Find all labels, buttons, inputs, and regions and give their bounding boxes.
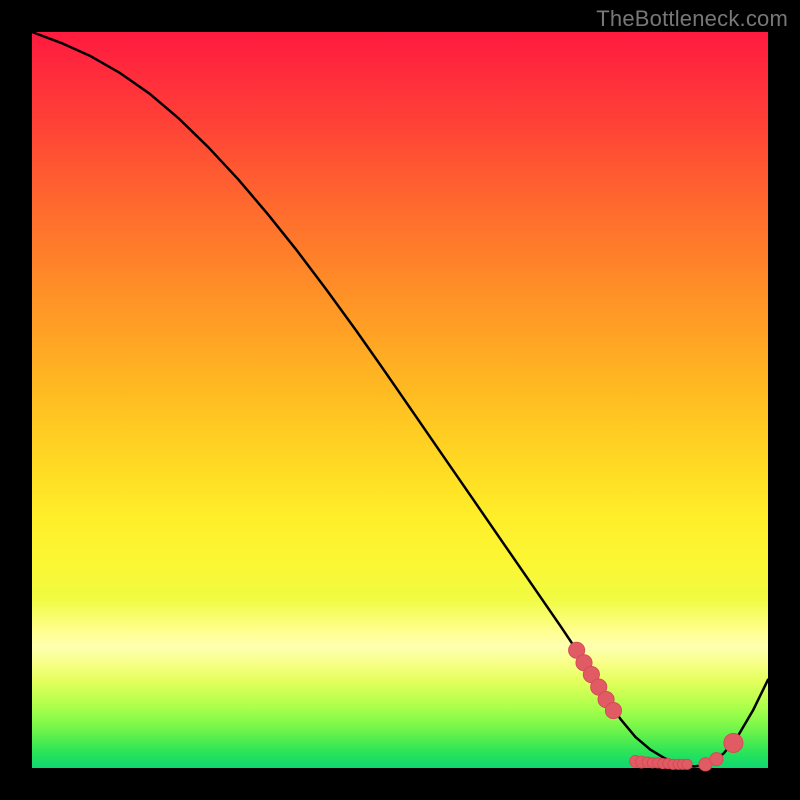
data-marker [605, 702, 621, 718]
data-marker [724, 733, 743, 752]
data-marker [710, 753, 723, 766]
watermark-text: TheBottleneck.com [596, 6, 788, 32]
data-marker [682, 759, 692, 769]
plot-area [32, 32, 768, 768]
chart-svg [32, 32, 768, 768]
curve-line [32, 32, 768, 767]
chart-stage: TheBottleneck.com [0, 0, 800, 800]
